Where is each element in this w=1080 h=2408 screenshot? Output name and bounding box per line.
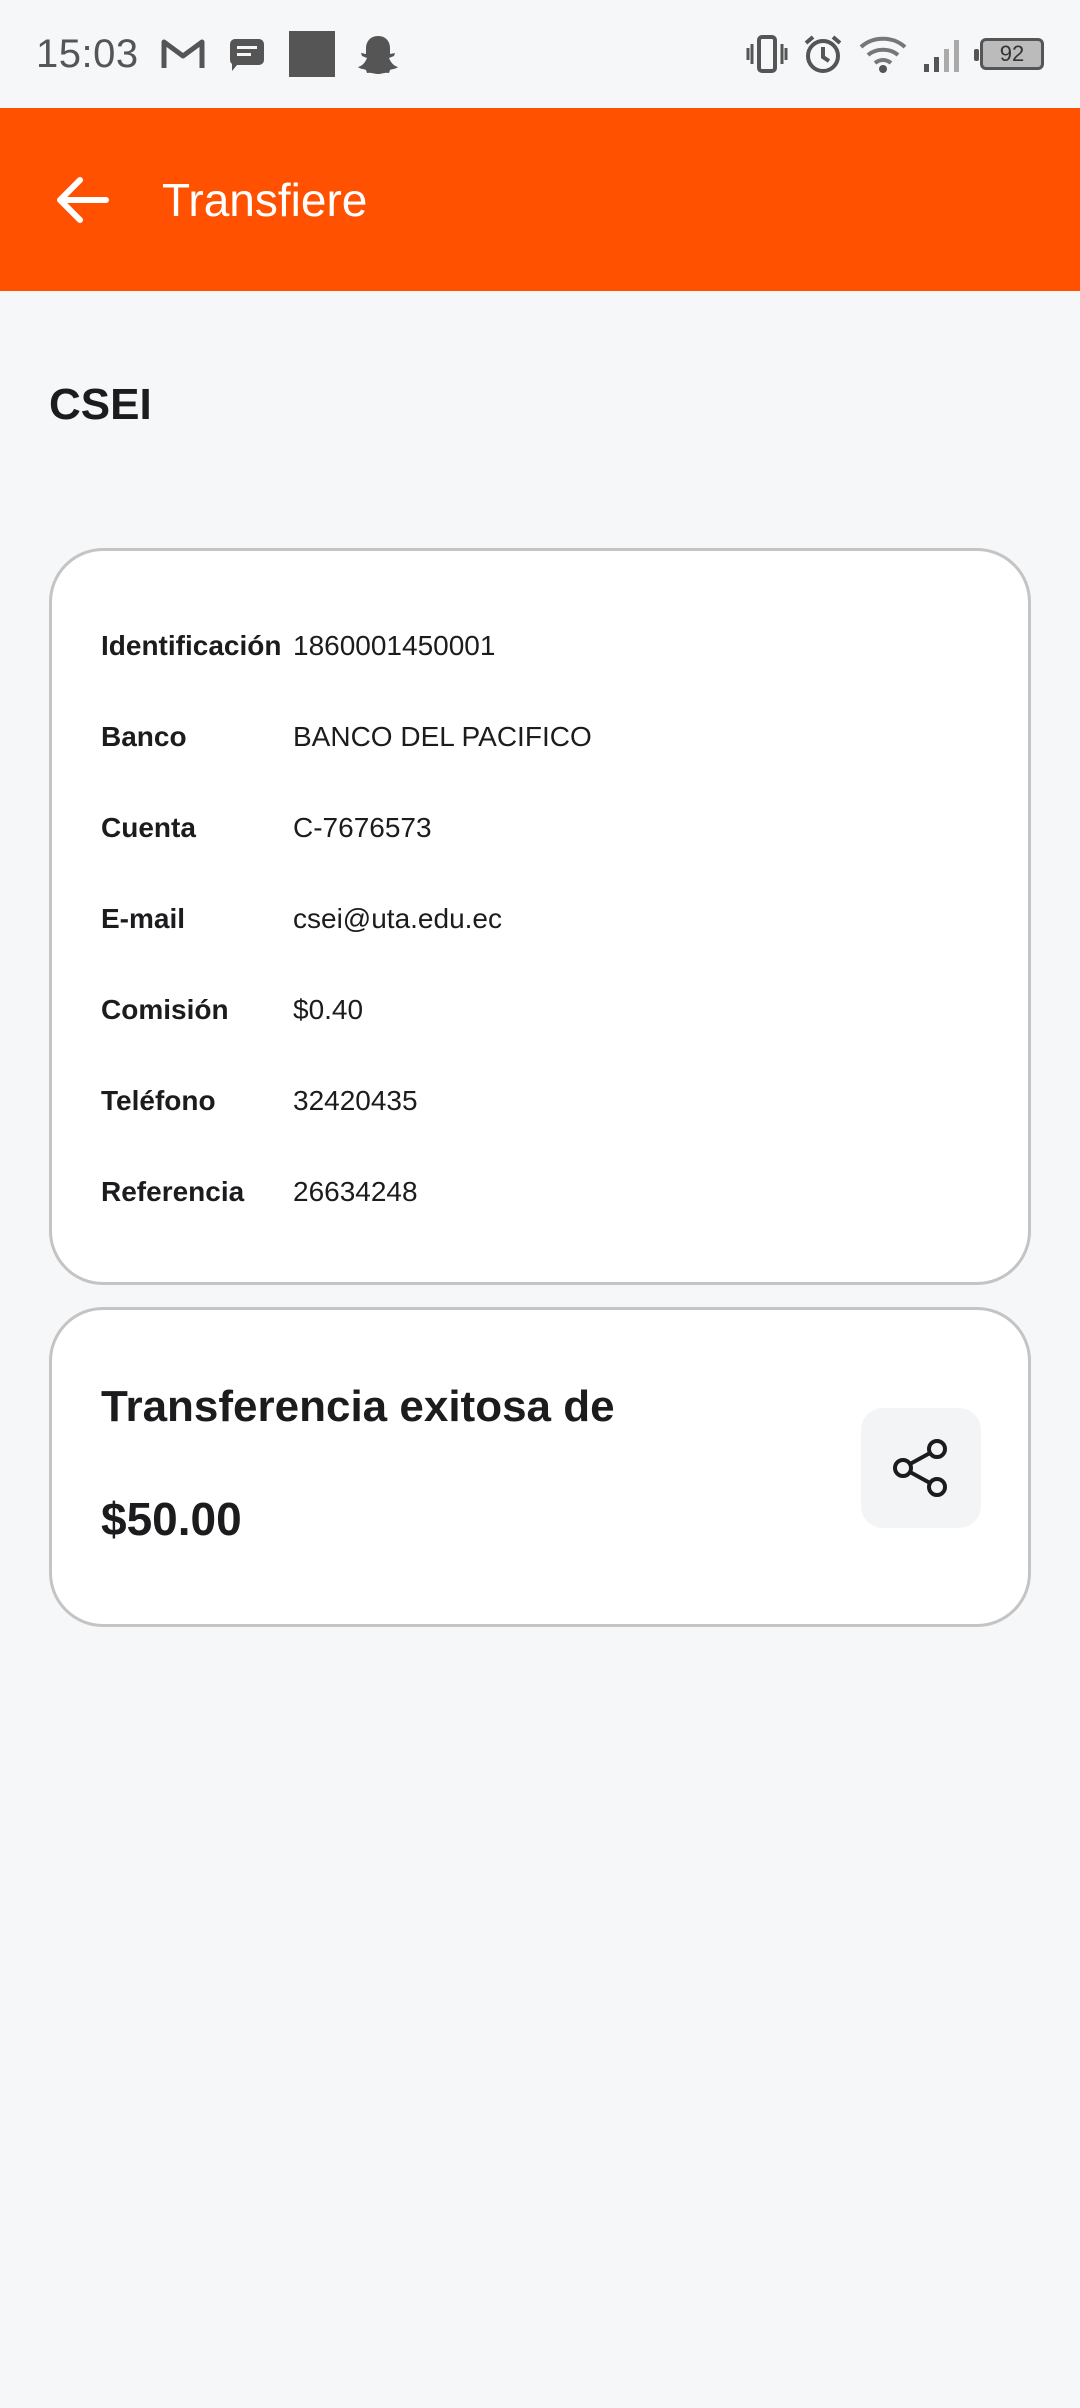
detail-label: Comisión (101, 994, 229, 1025)
detail-label: E-mail (101, 903, 186, 934)
transfer-success-card: Transferencia exitosa de $50.00 (49, 1307, 1031, 1627)
notification-icons (161, 31, 399, 77)
wifi-icon (858, 34, 908, 74)
detail-value: 1860001450001 (293, 630, 496, 661)
detail-label: Cuenta (101, 812, 196, 843)
status-time: 15:03 (36, 31, 139, 76)
page-title: CSEI (49, 380, 152, 429)
transfer-details-card: Identificación 1860001450001 Banco BANCO… (49, 548, 1031, 1285)
battery-icon: 92 (974, 38, 1044, 70)
detail-value: 26634248 (293, 1176, 418, 1207)
app-bar-title: Transfiere (162, 173, 368, 226)
arrow-left-icon (57, 176, 109, 223)
detail-value: C-7676573 (293, 812, 432, 843)
app-square-icon (288, 31, 335, 77)
signal-icon (922, 34, 966, 74)
snapchat-icon (357, 33, 399, 75)
detail-row-identificacion: Identificación 1860001450001 (101, 621, 495, 671)
back-button[interactable] (52, 170, 112, 230)
detail-value: $0.40 (293, 994, 364, 1025)
detail-value: csei@uta.edu.ec (293, 903, 502, 934)
success-title: Transferencia exitosa de (101, 1382, 615, 1431)
battery-level: 92 (999, 41, 1025, 66)
detail-row-telefono: Teléfono 32420435 (101, 1076, 418, 1126)
detail-label: Teléfono (101, 1085, 216, 1116)
gmail-icon (161, 37, 205, 71)
share-icon (893, 1439, 947, 1497)
system-icons: 92 (746, 33, 1044, 75)
status-bar: 15:03 92 (0, 0, 1080, 108)
messages-icon (227, 36, 267, 72)
alarm-icon (802, 33, 844, 75)
share-button[interactable] (861, 1408, 981, 1528)
vibrate-icon (746, 34, 788, 74)
detail-row-email: E-mail csei@uta.edu.ec (101, 894, 502, 944)
detail-row-cuenta: Cuenta C-7676573 (101, 803, 432, 853)
detail-row-comision: Comisión $0.40 (101, 985, 363, 1035)
success-amount: $50.00 (101, 1493, 242, 1545)
detail-row-banco: Banco BANCO DEL PACIFICO (101, 712, 592, 762)
detail-label: Referencia (101, 1176, 245, 1207)
detail-value: BANCO DEL PACIFICO (293, 721, 592, 752)
detail-label: Banco (101, 721, 187, 752)
app-bar: Transfiere (0, 108, 1080, 291)
detail-row-referencia: Referencia 26634248 (101, 1167, 418, 1217)
detail-value: 32420435 (293, 1085, 418, 1116)
detail-label: Identificación (101, 630, 282, 661)
